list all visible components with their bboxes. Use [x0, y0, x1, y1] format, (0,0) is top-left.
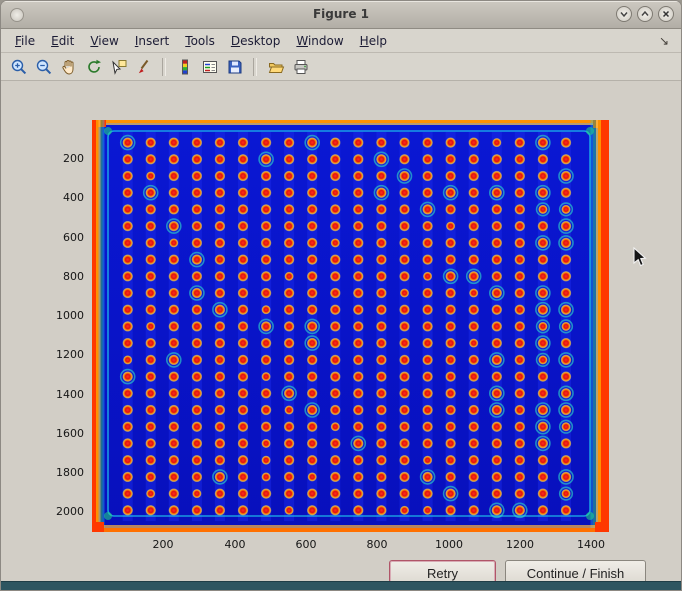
- y-tick-label: 600: [46, 231, 84, 244]
- y-tick-label: 1800: [46, 466, 84, 479]
- y-tick-label: 1200: [46, 348, 84, 361]
- menu-tools[interactable]: Tools: [177, 32, 223, 50]
- dock-arrow-icon[interactable]: ↘: [659, 34, 675, 48]
- menu-view[interactable]: View: [82, 32, 126, 50]
- x-tick-label: 600: [286, 538, 326, 551]
- x-tick-label: 400: [215, 538, 255, 551]
- zoom-in-icon[interactable]: [7, 55, 30, 78]
- mouse-cursor-icon: [633, 247, 648, 272]
- menu-desktop[interactable]: Desktop: [223, 32, 289, 50]
- menubar: FileEditViewInsertToolsDesktopWindowHelp…: [1, 29, 681, 53]
- figure-canvas[interactable]: [92, 120, 609, 532]
- save-icon[interactable]: [223, 55, 246, 78]
- legend-icon[interactable]: [198, 55, 221, 78]
- window-title: Figure 1: [1, 1, 681, 28]
- menu-help[interactable]: Help: [352, 32, 395, 50]
- colorbar-icon[interactable]: [173, 55, 196, 78]
- toolbar-buttons: [7, 55, 312, 78]
- menu-file[interactable]: File: [7, 32, 43, 50]
- print-icon[interactable]: [289, 55, 312, 78]
- pan-hand-icon[interactable]: [57, 55, 80, 78]
- maximize-button[interactable]: [637, 6, 653, 22]
- titlebar[interactable]: Figure 1: [1, 1, 681, 29]
- close-button[interactable]: [658, 6, 674, 22]
- x-tick-label: 1200: [500, 538, 540, 551]
- y-tick-label: 2000: [46, 505, 84, 518]
- x-tick-label: 1000: [429, 538, 469, 551]
- plot-area: 2004006008001000120014002004006008001000…: [92, 120, 609, 532]
- menu-insert[interactable]: Insert: [127, 32, 177, 50]
- toolbar: [1, 53, 681, 81]
- toolbar-separator: [253, 58, 257, 76]
- x-tick-label: 200: [143, 538, 183, 551]
- chevron-down-icon: [618, 8, 630, 20]
- brush-icon[interactable]: [132, 55, 155, 78]
- y-tick-label: 400: [46, 191, 84, 204]
- minimize-button[interactable]: [616, 6, 632, 22]
- close-icon: [660, 8, 672, 20]
- menubar-items: FileEditViewInsertToolsDesktopWindowHelp: [7, 32, 395, 50]
- chevron-up-icon: [639, 8, 651, 20]
- rotate-3d-icon[interactable]: [82, 55, 105, 78]
- figure-window: Figure 1 FileEditViewInsertToolsDesktopW…: [0, 0, 682, 591]
- y-tick-label: 1000: [46, 309, 84, 322]
- x-tick-label: 1400: [571, 538, 611, 551]
- toolbar-separator: [162, 58, 166, 76]
- x-tick-label: 800: [357, 538, 397, 551]
- window-bottom-edge: [1, 581, 681, 590]
- menu-edit[interactable]: Edit: [43, 32, 82, 50]
- menu-window[interactable]: Window: [288, 32, 351, 50]
- y-tick-label: 800: [46, 270, 84, 283]
- open-folder-icon[interactable]: [264, 55, 287, 78]
- y-tick-label: 200: [46, 152, 84, 165]
- y-tick-label: 1400: [46, 388, 84, 401]
- data-cursor-icon[interactable]: [107, 55, 130, 78]
- figure-content: 200 400 600 800 1000 1200 1400 200 400 600 800 1000…: [1, 81, 681, 585]
- y-tick-label: 1600: [46, 427, 84, 440]
- zoom-out-icon[interactable]: [32, 55, 55, 78]
